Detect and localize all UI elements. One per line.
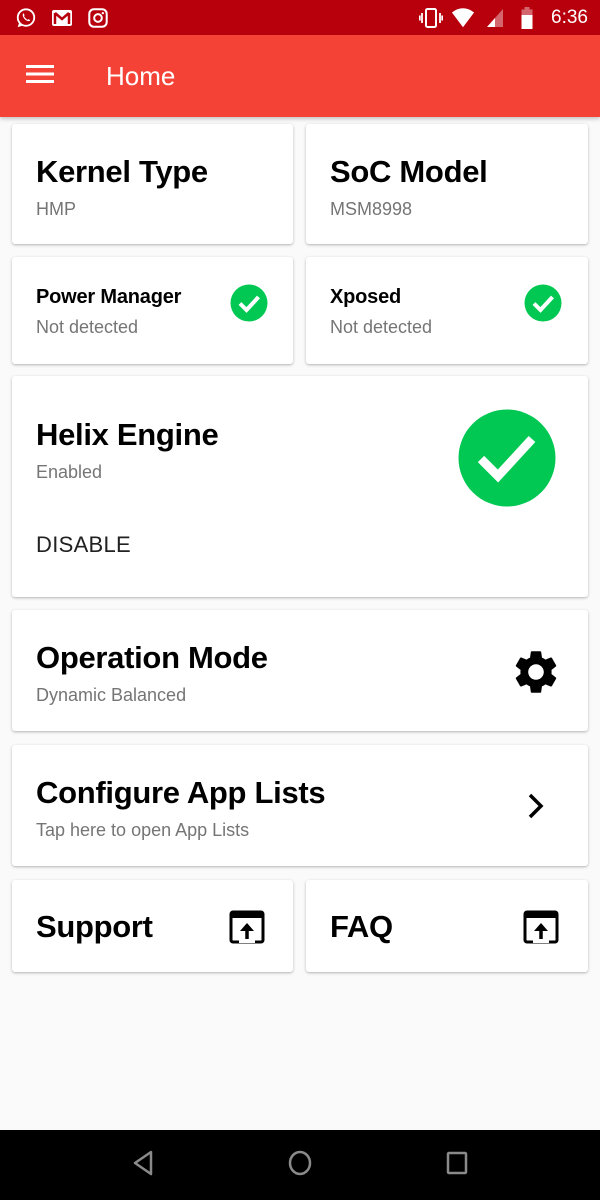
faq-card[interactable]: FAQ (306, 880, 588, 972)
back-icon (132, 1150, 154, 1181)
configure-app-lists-subtitle: Tap here to open App Lists (36, 820, 250, 840)
open-in-browser-icon (229, 910, 265, 949)
check-circle-icon (524, 284, 562, 327)
back-button[interactable] (103, 1130, 183, 1200)
signal-icon (483, 6, 507, 30)
recents-button[interactable] (417, 1130, 497, 1200)
recents-icon (446, 1151, 468, 1180)
power-manager-title: Power Manager (36, 286, 182, 308)
faq-title: FAQ (330, 909, 393, 944)
chevron-right-icon (524, 790, 548, 827)
power-manager-card: Power Manager Not detected (12, 257, 293, 364)
app-bar: Home (0, 35, 600, 117)
operation-mode-card[interactable]: Operation Mode Dynamic Balanced (12, 610, 588, 731)
helix-engine-title: Helix Engine (36, 417, 219, 452)
notification-icons (14, 6, 110, 30)
kernel-type-value: HMP (36, 199, 76, 219)
gmail-icon (50, 6, 74, 30)
helix-engine-card: Helix Engine Enabled DISABLE (12, 376, 588, 597)
wifi-icon (451, 6, 475, 30)
configure-app-lists-card[interactable]: Configure App Lists Tap here to open App… (12, 745, 588, 866)
check-circle-icon (458, 409, 556, 512)
instagram-icon (86, 6, 110, 30)
power-manager-value: Not detected (36, 317, 139, 337)
soc-model-title: SoC Model (330, 154, 488, 189)
vibrate-icon (419, 6, 444, 30)
check-circle-icon (230, 284, 268, 327)
soc-model-value: MSM8998 (330, 199, 413, 219)
navigation-bar (0, 1130, 600, 1200)
support-card[interactable]: Support (12, 880, 293, 972)
system-icons: 6:36 (419, 6, 588, 30)
operation-mode-title: Operation Mode (36, 640, 268, 675)
menu-button[interactable] (0, 35, 80, 117)
status-bar: 6:36 (0, 0, 600, 35)
xposed-value: Not detected (330, 317, 433, 337)
status-time: 6:36 (551, 6, 588, 28)
gear-icon[interactable] (510, 646, 562, 703)
support-title: Support (36, 909, 153, 944)
battery-icon (515, 6, 539, 30)
whatsapp-icon (14, 6, 38, 30)
configure-app-lists-title: Configure App Lists (36, 775, 326, 810)
hamburger-menu-icon (26, 64, 54, 89)
soc-model-card: SoC Model MSM8998 (306, 124, 588, 244)
kernel-type-card: Kernel Type HMP (12, 124, 293, 244)
xposed-title: Xposed (330, 286, 402, 308)
helix-engine-status: Enabled (36, 462, 103, 482)
page-title: Home (106, 60, 176, 91)
operation-mode-value: Dynamic Balanced (36, 685, 187, 705)
home-button[interactable] (260, 1130, 340, 1200)
disable-button[interactable]: DISABLE (36, 526, 131, 564)
xposed-card: Xposed Not detected (306, 257, 588, 364)
home-icon (288, 1150, 312, 1181)
kernel-type-title: Kernel Type (36, 154, 208, 189)
open-in-browser-icon (523, 910, 559, 949)
